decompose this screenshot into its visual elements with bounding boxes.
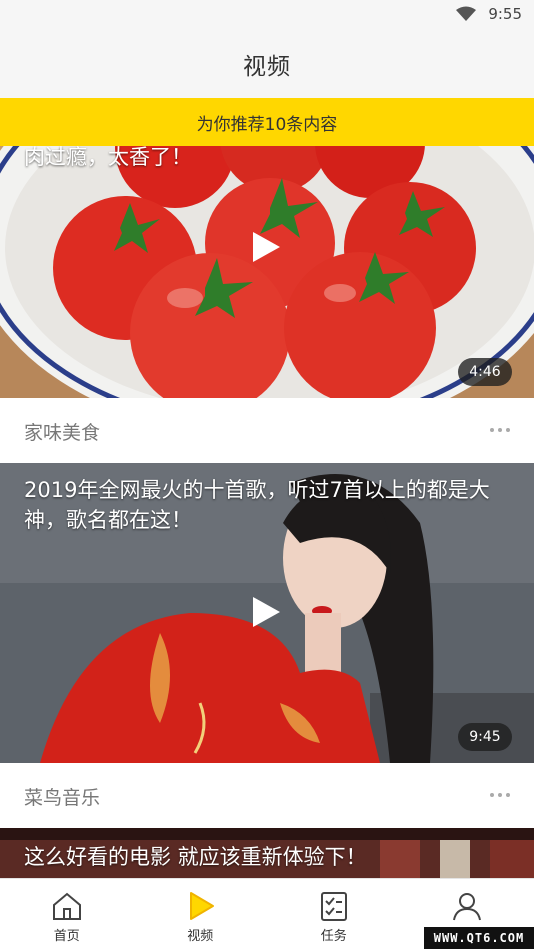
- play-icon: [190, 892, 215, 920]
- video-title: 肉过瘾，太香了！: [24, 145, 192, 169]
- recommend-banner-text: 为你推荐10条内容: [196, 114, 338, 135]
- play-icon[interactable]: [250, 595, 282, 629]
- video-thumbnail[interactable]: 这么好看的电影 就应该重新体验下！: [0, 828, 534, 878]
- home-icon: [52, 892, 81, 920]
- video-title: 2019年全网最火的十首歌，听过7首以上的都是大神，歌名都在这！: [24, 478, 490, 532]
- nav-label: 任务: [320, 929, 347, 944]
- task-list-icon: [320, 892, 347, 921]
- site-watermark: WWW.QT6.COM: [424, 927, 534, 949]
- status-time: 9:55: [488, 5, 522, 23]
- page-title: 视频: [243, 54, 291, 80]
- status-bar: 9:55: [0, 0, 534, 30]
- more-options-icon[interactable]: [490, 785, 510, 805]
- video-source[interactable]: 家味美食: [24, 418, 100, 445]
- recommend-banner: 为你推荐10条内容: [0, 98, 534, 146]
- wifi-icon: [456, 6, 476, 21]
- video-thumbnail[interactable]: 2019年全网最火的十首歌，听过7首以上的都是大神，歌名都在这！ 9:45: [0, 463, 534, 763]
- video-source[interactable]: 菜鸟音乐: [24, 783, 100, 810]
- nav-home[interactable]: 首页: [0, 879, 134, 949]
- video-feed[interactable]: 肉过瘾，太香了！ 4:46 家味美食 2019年全网最火的十首歌，听过7首以上的…: [0, 98, 534, 878]
- video-meta: 菜鸟音乐: [0, 763, 534, 827]
- nav-video[interactable]: 视频: [134, 879, 268, 949]
- header: 视频: [0, 30, 534, 98]
- user-icon: [453, 893, 482, 921]
- nav-task[interactable]: 任务: [267, 879, 401, 949]
- nav-label: 视频: [187, 929, 214, 944]
- video-meta: 家味美食: [0, 398, 534, 462]
- play-icon[interactable]: [250, 230, 282, 264]
- video-duration: 4:46: [458, 358, 512, 386]
- more-options-icon[interactable]: [490, 420, 510, 440]
- nav-label: 首页: [53, 929, 80, 944]
- video-title: 这么好看的电影 就应该重新体验下！: [24, 845, 367, 869]
- video-duration: 9:45: [458, 723, 512, 751]
